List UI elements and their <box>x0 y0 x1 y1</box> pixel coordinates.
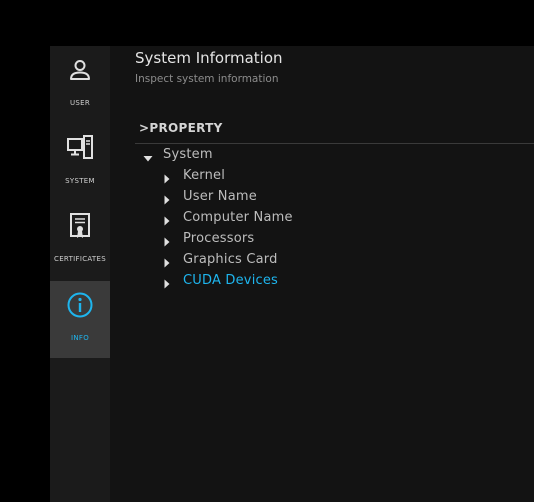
sidebar-item-system[interactable]: SYSTEM <box>50 124 110 201</box>
tree-item-label: Computer Name <box>183 210 293 225</box>
computer-icon <box>65 133 95 163</box>
main-content: System Information Inspect system inform… <box>110 46 534 502</box>
tree-item-label: Graphics Card <box>183 252 278 267</box>
collapse-arrow-icon[interactable] <box>163 257 171 272</box>
tree-item-label: Processors <box>183 231 255 246</box>
sidebar-item-user[interactable]: USER <box>50 46 110 123</box>
collapse-arrow-icon[interactable] <box>163 173 171 188</box>
collapse-arrow-icon[interactable] <box>163 215 171 230</box>
page-title: System Information <box>135 49 283 67</box>
tree-item-label: Kernel <box>183 168 226 183</box>
sidebar-item-label: INFO <box>70 334 90 342</box>
page-subtitle: Inspect system information <box>135 73 279 85</box>
tree-item-label: CUDA Devices <box>183 273 279 288</box>
certificate-icon <box>65 211 95 241</box>
collapse-arrow-icon[interactable] <box>163 236 171 251</box>
collapse-arrow-icon[interactable] <box>163 278 171 293</box>
tree-item-label: User Name <box>183 189 257 204</box>
expand-arrow-icon[interactable] <box>143 152 153 167</box>
property-column-header[interactable]: >PROPERTY <box>139 121 223 135</box>
sidebar-item-label: CERTIFICATES <box>54 255 106 263</box>
header-divider <box>135 143 534 144</box>
collapse-arrow-icon[interactable] <box>163 194 171 209</box>
user-icon <box>65 55 95 85</box>
sidebar-item-label: SYSTEM <box>65 177 95 185</box>
sidebar-item-label: USER <box>69 99 91 107</box>
sidebar-item-certificates[interactable]: CERTIFICATES <box>50 202 110 279</box>
app-window: USER SYSTEM CERTIFICATES INFO System Inf… <box>50 46 534 502</box>
info-icon <box>65 290 95 320</box>
tree-item-label: System <box>163 147 213 162</box>
sidebar: USER SYSTEM CERTIFICATES INFO <box>50 46 110 502</box>
sidebar-item-info[interactable]: INFO <box>50 281 110 358</box>
